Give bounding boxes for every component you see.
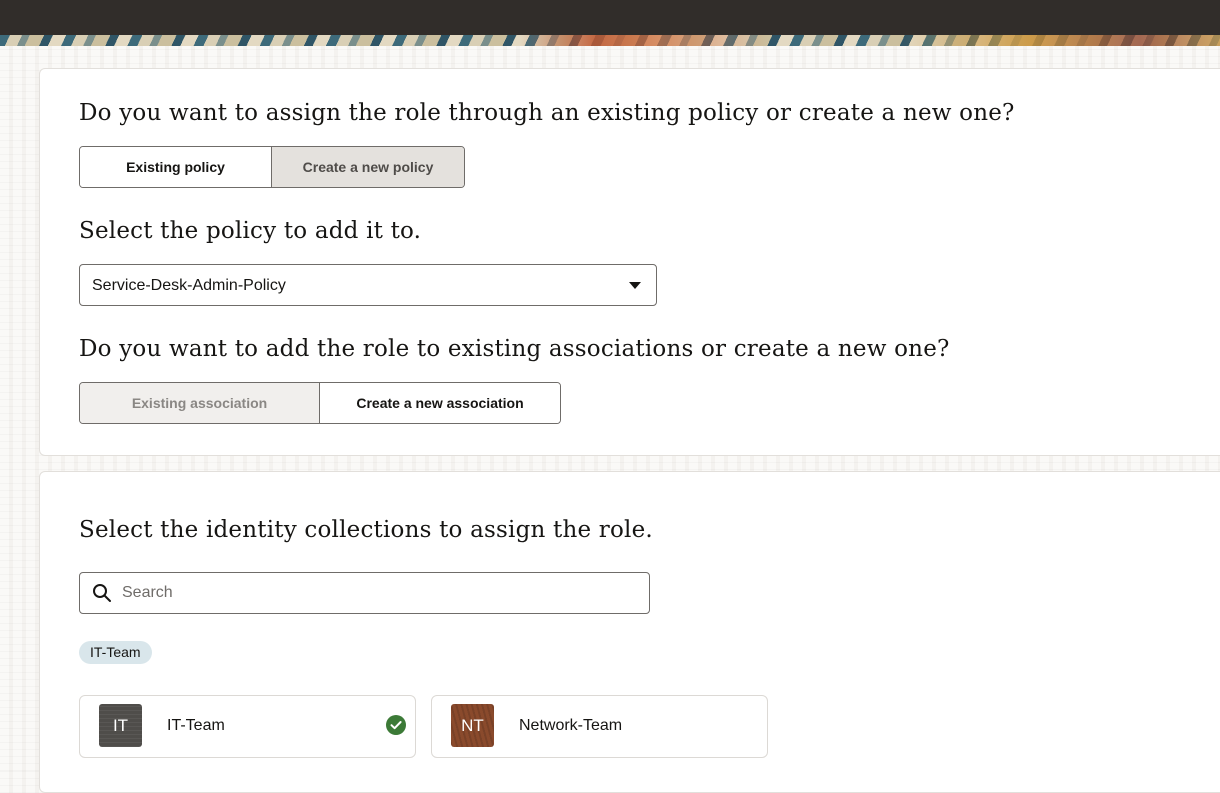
collection-name: IT-Team (167, 717, 225, 734)
top-header-bar (0, 0, 1220, 35)
collection-tile-network-team[interactable]: NT Network-Team (431, 695, 768, 758)
search-input[interactable] (122, 581, 632, 605)
chevron-down-icon (629, 282, 641, 289)
avatar: NT (451, 704, 494, 747)
association-choice-toggle: Existing association Create a new associ… (79, 382, 561, 424)
policy-choice-toggle: Existing policy Create a new policy (79, 146, 465, 188)
identity-collections-label: Select the identity collections to assig… (79, 517, 653, 543)
policy-select-label: Select the policy to add it to. (79, 218, 422, 244)
policy-question: Do you want to assign the role through a… (79, 100, 1015, 126)
avatar: IT (99, 704, 142, 747)
selected-collection-chip[interactable]: IT-Team (79, 641, 152, 664)
identity-search-box[interactable] (79, 572, 650, 614)
banner-accent (900, 35, 1220, 46)
search-icon (93, 584, 111, 602)
check-circle-icon (386, 715, 406, 735)
create-new-association-button[interactable]: Create a new association (320, 383, 560, 423)
banner-accent (520, 35, 770, 46)
existing-association-button[interactable]: Existing association (80, 383, 320, 423)
policy-select[interactable]: Service-Desk-Admin-Policy (79, 264, 657, 306)
decorative-banner (0, 35, 1220, 46)
policy-select-value: Service-Desk-Admin-Policy (92, 277, 286, 294)
existing-policy-button[interactable]: Existing policy (80, 147, 272, 187)
create-new-policy-button[interactable]: Create a new policy (272, 147, 464, 187)
association-question: Do you want to add the role to existing … (79, 336, 950, 362)
collection-tile-it-team[interactable]: IT IT-Team (79, 695, 416, 758)
collection-name: Network-Team (519, 717, 623, 734)
